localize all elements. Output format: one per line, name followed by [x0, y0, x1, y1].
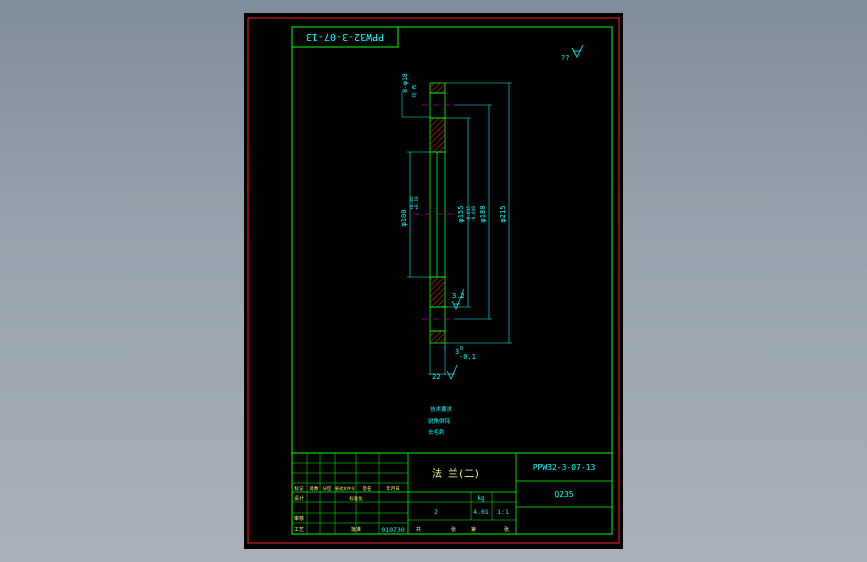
quantity: 2 — [434, 508, 438, 516]
row-label-approve: 批准 — [351, 526, 361, 533]
dim-inner-label: φ155 — [457, 206, 465, 223]
drawing-sheet: PPW32-3-07-13 ?? φ215 φ180 φ155 -0.015-0… — [244, 13, 623, 549]
part-name: 法 兰(二) — [432, 467, 480, 480]
sheet-total-unit: 张 — [451, 526, 456, 533]
rev-label-date: 年月日 — [386, 485, 400, 492]
mass-value: 4.01 — [473, 508, 489, 516]
dim-bore-label: φ100 — [400, 210, 408, 227]
note-line-1: 技术要求 — [430, 405, 453, 413]
hole-label: 8-φ18 — [401, 73, 409, 93]
row-label-process: 工艺 — [294, 527, 304, 533]
rev-label-sign: 签名 — [363, 485, 372, 492]
section-hatch-top-1 — [429, 82, 446, 94]
rev-label-zone: 分区 — [323, 485, 332, 492]
row-label-std: 标准化 — [349, 495, 363, 502]
dim-inner-tol: -0.015-0.040 — [466, 206, 477, 223]
dim-outer-label: φ215 — [499, 206, 507, 223]
dim-pcd-label: φ180 — [479, 206, 487, 223]
roughness-bottom-icon — [446, 364, 458, 380]
top-label: PPW32-3-07-13 — [306, 31, 384, 42]
cad-drawing: PPW32-3-07-13 ?? φ215 φ180 φ155 -0.015-0… — [247, 17, 620, 544]
rev-label-mark: 标记 — [295, 485, 304, 492]
sheet-no-label: 第 — [471, 526, 476, 533]
inner-frame — [291, 26, 613, 535]
row-label-design: 设计 — [294, 495, 304, 502]
row-label-review: 审核 — [294, 515, 304, 522]
sheet-no-unit: 张 — [504, 526, 509, 533]
section-hatch-bottom-2 — [429, 330, 446, 344]
sheet-total-label: 共 — [416, 526, 421, 533]
bolt-hole-top — [429, 92, 446, 119]
thickness-tol-upper: 0 — [460, 346, 463, 352]
note-line-2: 锐角倒钝 — [428, 417, 451, 425]
date-code: 010730 — [381, 526, 405, 534]
material: Q235 — [554, 490, 573, 499]
rev-label-doc: 更改文件号 — [335, 485, 355, 491]
hole-note: 均 布 — [411, 84, 418, 97]
section-hatch-top-2 — [429, 117, 446, 153]
weight-label: kg — [477, 495, 485, 502]
width-label: 22 — [432, 373, 440, 381]
roughness-corner-label: ?? — [561, 54, 569, 62]
roughness-corner-icon — [571, 44, 584, 58]
note-line-3: 去毛刺 — [428, 428, 445, 436]
thickness-tol-lower: -0.1 — [459, 353, 476, 361]
drawing-number: PPW32-3-07-13 — [533, 463, 596, 472]
dim-bore-tol: +0.05+0.10 — [409, 196, 420, 210]
roughness-face-label: 3.2 — [452, 292, 465, 300]
section-hatch-bottom-1 — [429, 276, 446, 308]
bore-section — [436, 151, 446, 278]
rev-label-count: 处数 — [310, 485, 319, 492]
scale-value: 1:1 — [497, 508, 509, 516]
